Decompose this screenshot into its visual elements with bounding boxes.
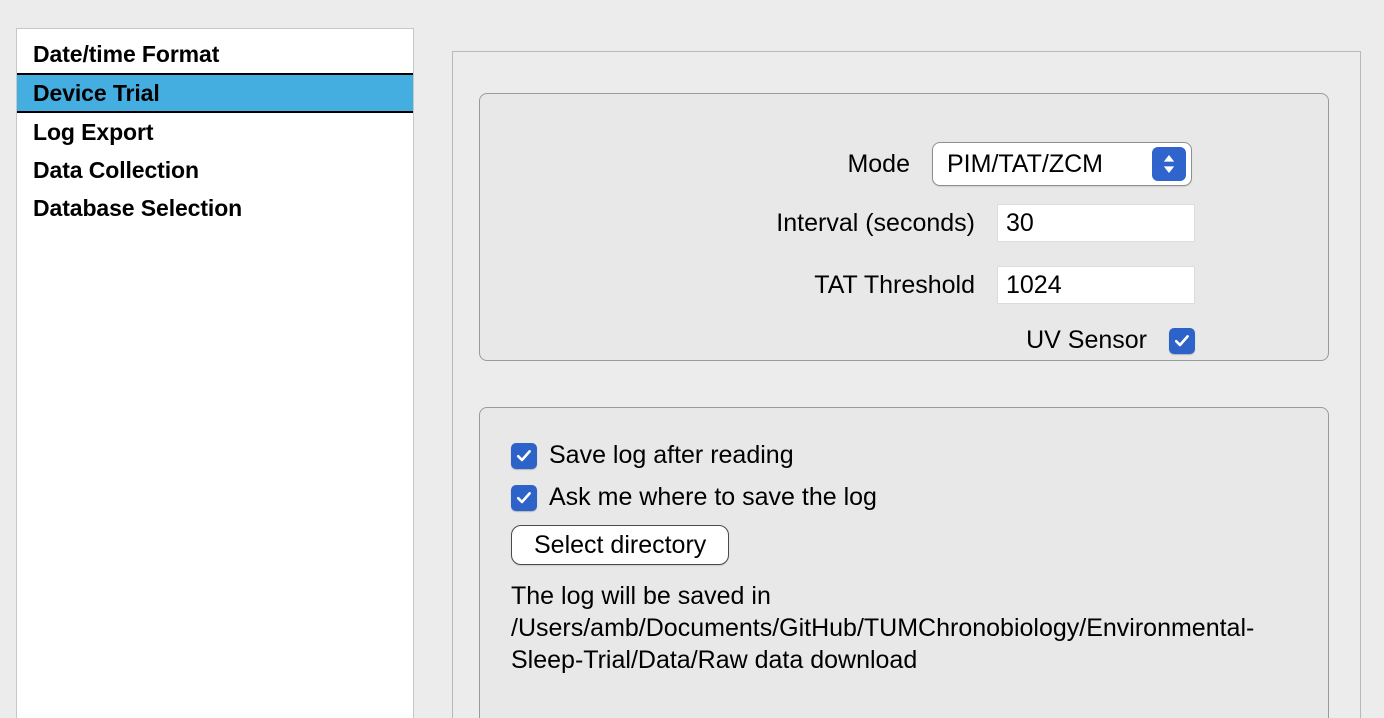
tat-threshold-row: TAT Threshold 1024 (480, 266, 1195, 304)
interval-input[interactable]: 30 (997, 204, 1195, 242)
save-log-after-reading-checkbox[interactable] (511, 442, 537, 469)
sidebar-item-label: Log Export (33, 119, 154, 145)
save-log-after-reading-row[interactable]: Save log after reading (511, 441, 794, 470)
ask-where-to-save-row[interactable]: Ask me where to save the log (511, 483, 877, 512)
settings-category-sidebar: Date/time Format Device Trial Log Export… (16, 28, 414, 718)
uv-sensor-checkbox[interactable] (1169, 327, 1195, 354)
save-path-note: The log will be saved in /Users/amb/Docu… (511, 582, 1255, 674)
sidebar-item-label: Device Trial (33, 80, 160, 106)
checkmark-icon (516, 449, 531, 461)
sidebar-item-data-collection[interactable]: Data Collection (17, 151, 413, 189)
sidebar-item-database-selection[interactable]: Database Selection (17, 189, 413, 227)
select-directory-button-label: Select directory (534, 530, 707, 559)
sidebar-item-log-export[interactable]: Log Export (17, 113, 413, 151)
trial-options-group: Save log after reading Ask me where to s… (479, 407, 1329, 718)
uv-sensor-label: UV Sensor (1026, 326, 1147, 354)
interval-label: Interval (seconds) (776, 208, 975, 237)
interval-input-value: 30 (1006, 208, 1034, 237)
device-configurations-group: Mode PIM/TAT/ZCM Interval (seconds) 30 T… (479, 93, 1329, 361)
sidebar-item-date-time-format[interactable]: Date/time Format (17, 35, 413, 73)
settings-window: Date/time Format Device Trial Log Export… (0, 0, 1384, 718)
sidebar-item-label: Date/time Format (33, 41, 220, 67)
select-directory-button[interactable]: Select directory (511, 525, 730, 565)
mode-label: Mode (847, 149, 910, 178)
sidebar-item-label: Database Selection (33, 195, 243, 221)
save-log-after-reading-label: Save log after reading (549, 441, 794, 469)
checkmark-icon (1174, 334, 1189, 346)
settings-content-panel: Device Configurations Mode PIM/TAT/ZCM (452, 51, 1361, 718)
tat-threshold-input-value: 1024 (1006, 270, 1062, 299)
mode-row: Mode PIM/TAT/ZCM (480, 142, 1192, 186)
tat-threshold-label: TAT Threshold (814, 270, 975, 299)
mode-select-value: PIM/TAT/ZCM (947, 149, 1103, 178)
ask-where-to-save-label: Ask me where to save the log (549, 483, 877, 511)
chevron-up-down-icon[interactable] (1152, 147, 1186, 181)
sidebar-item-label: Data Collection (33, 157, 199, 183)
uv-sensor-row: UV Sensor (480, 326, 1195, 355)
interval-row: Interval (seconds) 30 (480, 204, 1195, 242)
tat-threshold-input[interactable]: 1024 (997, 266, 1195, 304)
checkmark-icon (516, 491, 531, 503)
mode-select[interactable]: PIM/TAT/ZCM (932, 142, 1192, 186)
sidebar-list: Date/time Format Device Trial Log Export… (17, 29, 413, 227)
ask-where-to-save-checkbox[interactable] (511, 484, 537, 511)
sidebar-item-device-trial[interactable]: Device Trial (17, 73, 413, 113)
